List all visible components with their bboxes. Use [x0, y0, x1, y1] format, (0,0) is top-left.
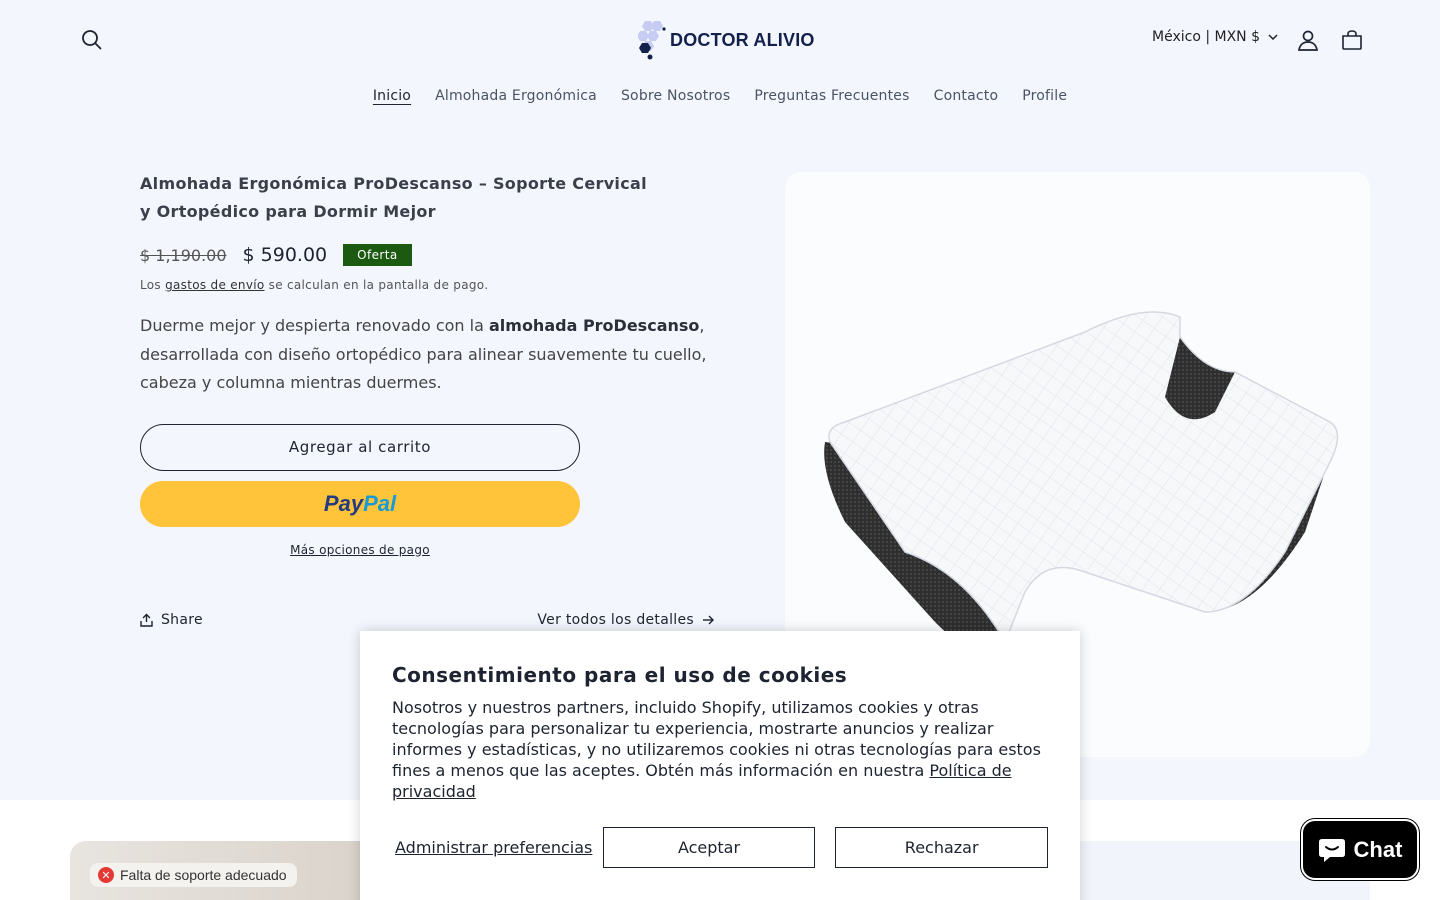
nav-item-almohada-ergonomica[interactable]: Almohada Ergonómica: [435, 88, 597, 104]
cookie-actions: Administrar preferencias Aceptar Rechaza…: [392, 827, 1049, 868]
paypal-logo: PayPal: [324, 491, 396, 517]
cart-button[interactable]: [1332, 20, 1372, 60]
desc-pre: Duerme mejor y despierta renovado con la: [140, 316, 484, 335]
site-header: DOCTOR ALIVIO México | MXN $ Inicio Almo…: [0, 0, 1440, 140]
cookie-title: Consentimiento para el uso de cookies: [392, 663, 848, 687]
cookie-consent-banner: Consentimiento para el uso de cookies No…: [360, 631, 1080, 900]
reject-cookies-button[interactable]: Rechazar: [835, 827, 1049, 868]
product-info: Almohada Ergonómica ProDescanso – Soport…: [140, 170, 720, 557]
paypal-button[interactable]: PayPal: [140, 480, 580, 527]
product-description: Duerme mejor y despierta renovado con la…: [140, 312, 720, 398]
nav-item-inicio[interactable]: Inicio: [373, 88, 411, 104]
paypal-logo-pal: Pal: [363, 490, 397, 516]
paypal-logo-pay: Pay: [323, 490, 364, 516]
regular-price: $ 1,190.00: [140, 245, 227, 265]
account-button[interactable]: [1288, 20, 1328, 60]
search-icon: [82, 30, 102, 50]
close-circle-icon: ✕: [98, 867, 114, 883]
locale-label: México | MXN $: [1152, 29, 1261, 45]
share-label: Share: [161, 612, 203, 628]
share-button[interactable]: Share: [140, 612, 203, 628]
problem-tag: ✕ Falta de soporte adecuado: [90, 863, 297, 887]
logo-hexagon-icon: [638, 21, 666, 60]
arrow-right-icon: [703, 615, 714, 625]
desc-bold: almohada ProDescanso: [488, 316, 700, 335]
nav-item-preguntas-frecuentes[interactable]: Preguntas Frecuentes: [754, 88, 909, 104]
nav-item-profile[interactable]: Profile: [1022, 88, 1067, 104]
share-icon: [140, 613, 153, 627]
more-payment-options-link[interactable]: Más opciones de pago: [140, 543, 580, 557]
accept-cookies-button[interactable]: Aceptar: [602, 827, 816, 868]
search-button[interactable]: [72, 20, 112, 60]
cart-icon: [1342, 30, 1362, 50]
country-currency-selector[interactable]: México | MXN $: [1152, 29, 1278, 45]
sale-price: $ 590.00: [242, 244, 328, 266]
share-details-row: Share Ver todos los detalles: [140, 612, 714, 628]
store-logo[interactable]: DOCTOR ALIVIO: [638, 18, 815, 62]
chat-button[interactable]: Chat: [1301, 819, 1419, 880]
product-title: Almohada Ergonómica ProDescanso – Soport…: [140, 174, 647, 221]
user-icon: [1297, 30, 1319, 51]
sale-badge: Oferta: [343, 244, 412, 266]
cookie-body: Nosotros y nuestros partners, incluido S…: [392, 697, 1048, 802]
view-details-link[interactable]: Ver todos los detalles: [537, 612, 714, 628]
shipping-policy-link[interactable]: gastos de envío: [165, 278, 264, 292]
problem-tag-label: Falta de soporte adecuado: [120, 867, 287, 883]
nav-item-sobre-nosotros[interactable]: Sobre Nosotros: [621, 88, 730, 104]
shipping-pre: Los: [140, 278, 161, 292]
logo-text: DOCTOR ALIVIO: [670, 29, 815, 50]
manage-preferences-link[interactable]: Administrar preferencias: [392, 838, 602, 857]
main-navigation: Inicio Almohada Ergonómica Sobre Nosotro…: [0, 88, 1440, 104]
add-to-cart-button[interactable]: Agregar al carrito: [140, 423, 580, 471]
price-row: $ 1,190.00 $ 590.00 Oferta: [140, 244, 720, 266]
problem-image-card: ✕ Falta de soporte adecuado: [70, 841, 390, 900]
shipping-post: se calculan en la pantalla de pago.: [268, 278, 489, 292]
view-details-label: Ver todos los detalles: [537, 612, 694, 628]
nav-item-contacto[interactable]: Contacto: [934, 88, 999, 104]
chat-label: Chat: [1353, 836, 1403, 862]
chat-bubble-icon: [1318, 838, 1345, 862]
shipping-note: Los gastos de envío se calculan en la pa…: [140, 278, 720, 292]
chevron-down-icon: [1268, 34, 1278, 40]
